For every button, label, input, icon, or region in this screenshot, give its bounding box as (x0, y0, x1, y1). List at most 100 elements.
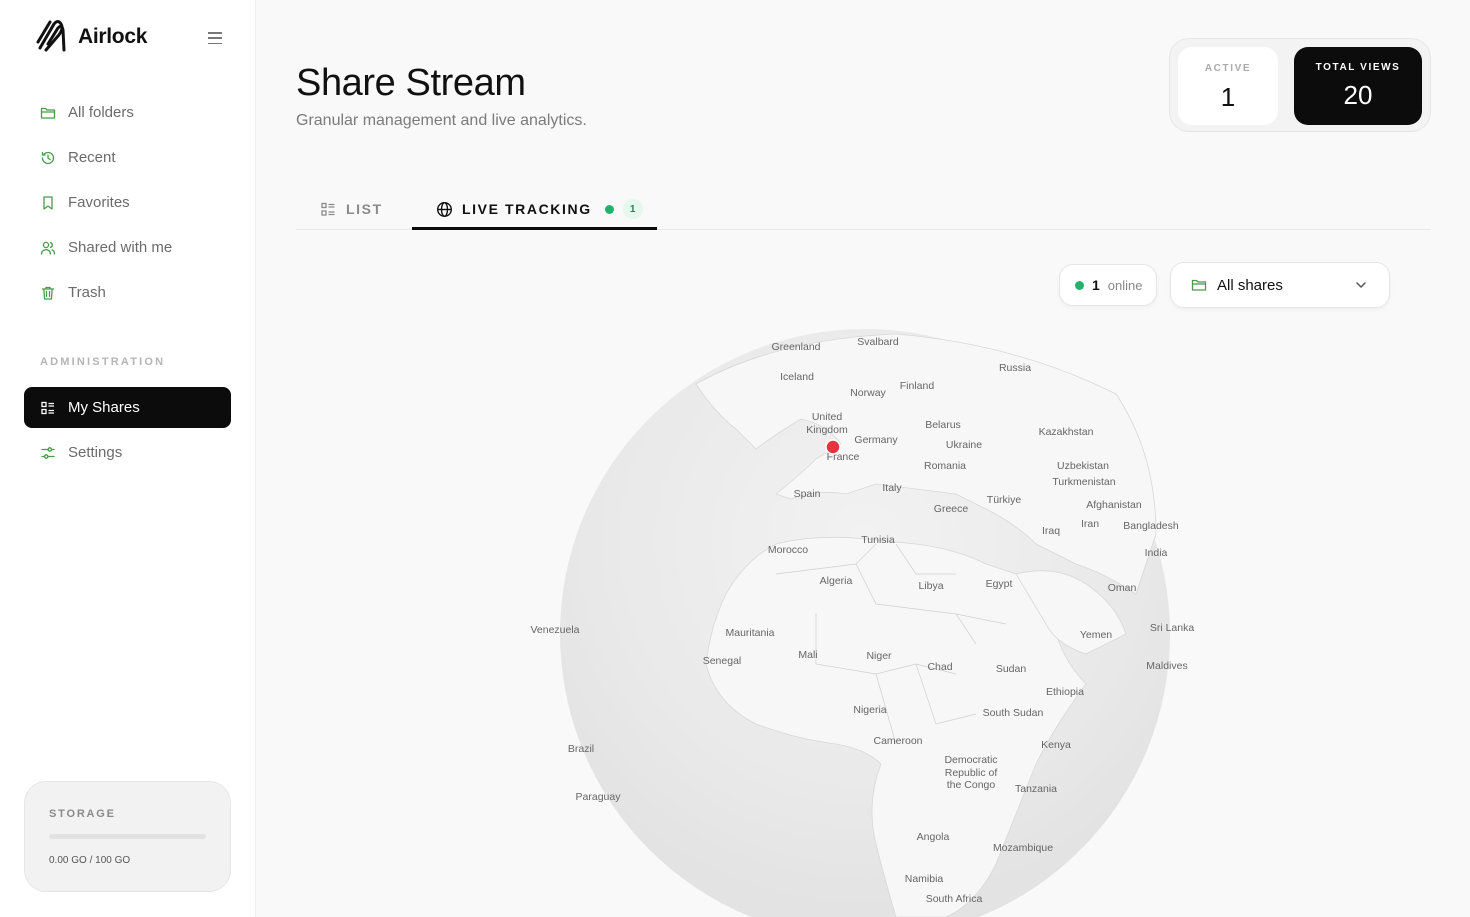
country-label: Republic of (945, 767, 998, 779)
view-tabs: LIST LIVE TRACKING 1 (296, 188, 1431, 230)
country-label: Tunisia (861, 534, 895, 546)
country-label: Morocco (768, 544, 808, 556)
country-label: Norway (850, 387, 886, 399)
country-label: Iceland (780, 371, 814, 383)
list-icon (41, 401, 54, 414)
tab-list[interactable]: LIST (320, 188, 383, 230)
stat-active-value: 1 (1220, 82, 1236, 112)
country-label: Turkmenistan (1052, 476, 1115, 488)
sidebar-item-label: Shared with me (68, 239, 173, 256)
country-label: Kingdom (806, 424, 848, 436)
country-label: Italy (882, 482, 902, 494)
country-label: Mali (798, 649, 817, 661)
live-globe-map[interactable]: Greenland Svalbard Russia Iceland Finland Nor… (256, 244, 1470, 917)
main-nav: All folders Recent Favorites Shared with… (24, 92, 231, 317)
country-label: Greece (934, 503, 969, 515)
globe-svg: Greenland Svalbard Russia Iceland Finland Nor… (530, 329, 1195, 917)
country-label: Spain (794, 488, 821, 500)
country-label: Maldives (1146, 660, 1187, 672)
country-label: Nigeria (853, 704, 886, 716)
country-label: Algeria (820, 575, 853, 587)
active-tab-indicator (412, 227, 657, 230)
folder-icon (40, 107, 56, 119)
brand[interactable]: Airlock (36, 20, 147, 54)
country-label: Cameroon (873, 735, 922, 747)
country-label: Mauritania (725, 627, 774, 639)
country-label: Svalbard (857, 336, 899, 348)
menu-toggle-icon[interactable] (206, 30, 224, 46)
sidebar-item-label: Favorites (68, 194, 130, 211)
live-status-dot (604, 204, 614, 214)
country-label: South Sudan (983, 707, 1044, 719)
section-label-administration: ADMINISTRATION (40, 356, 166, 368)
country-label: Finland (900, 380, 935, 392)
trash-icon (41, 286, 55, 300)
country-label: Uzbekistan (1057, 460, 1109, 472)
airlock-logo-icon (36, 20, 66, 52)
country-label: Afghanistan (1086, 499, 1142, 511)
storage-card: STORAGE 0.00 GO / 100 GO (24, 781, 231, 892)
country-label: Iraq (1042, 525, 1060, 537)
country-label: South Africa (926, 893, 983, 905)
country-label: Germany (854, 434, 898, 446)
country-label: Russia (999, 362, 1031, 374)
sidebar-item-label: Trash (68, 284, 106, 301)
sidebar-item-label: Settings (68, 444, 123, 461)
country-label: Kazakhstan (1039, 426, 1094, 438)
country-label: Brazil (568, 743, 594, 755)
stat-active-label: ACTIVE (1204, 63, 1252, 74)
country-label: Türkiye (987, 494, 1022, 506)
stat-total-label: TOTAL VIEWS (1315, 62, 1401, 73)
country-label: Yemen (1080, 629, 1112, 641)
sidebar-item-shared-with-me[interactable]: Shared with me (24, 227, 231, 268)
country-label: Venezuela (530, 624, 579, 636)
page-title: Share Stream (296, 62, 526, 104)
sliders-icon (41, 446, 55, 459)
sidebar-item-my-shares[interactable]: My Shares (24, 387, 231, 428)
country-label: Egypt (986, 578, 1013, 590)
country-label: Paraguay (576, 791, 622, 803)
tab-live-tracking-label: LIVE TRACKING (462, 201, 592, 217)
country-label: Senegal (703, 655, 742, 667)
country-label: Namibia (905, 873, 944, 885)
country-label: Angola (917, 831, 950, 843)
storage-progress-bar (49, 834, 206, 839)
tab-list-label: LIST (346, 201, 383, 217)
live-count-badge: 1 (622, 199, 643, 219)
country-label: Libya (918, 580, 943, 592)
country-label: Kenya (1041, 739, 1071, 751)
page-subtitle: Granular management and live analytics. (296, 112, 587, 129)
brand-name: Airlock (78, 25, 148, 48)
stat-total-value: 20 (1343, 80, 1373, 110)
country-label: Bangladesh (1123, 520, 1179, 532)
stat-total-views: TOTAL VIEWS 20 (1294, 47, 1422, 125)
history-icon (41, 151, 55, 164)
country-label: Romania (924, 460, 966, 472)
sidebar-item-recent[interactable]: Recent (24, 137, 231, 178)
country-label: India (1145, 547, 1168, 559)
sidebar-item-label: My Shares (68, 399, 140, 416)
country-label: Sudan (996, 663, 1027, 675)
storage-label: STORAGE (49, 808, 116, 820)
globe-icon (436, 201, 453, 217)
country-label: the Congo (947, 779, 996, 791)
country-label: Iran (1081, 518, 1099, 530)
sidebar-item-settings[interactable]: Settings (24, 432, 231, 473)
stats-card: ACTIVE 1 TOTAL VIEWS 20 (1169, 38, 1431, 132)
visitor-location-marker[interactable] (825, 439, 841, 455)
tab-live-tracking[interactable]: LIVE TRACKING 1 (436, 188, 643, 230)
admin-nav: My Shares Settings (24, 387, 231, 477)
country-label: Oman (1108, 582, 1137, 594)
bookmark-icon (43, 195, 53, 210)
sidebar-item-favorites[interactable]: Favorites (24, 182, 231, 223)
sidebar-item-trash[interactable]: Trash (24, 272, 231, 313)
country-label: Greenland (771, 341, 820, 353)
users-icon (40, 241, 56, 255)
country-label: Ethiopia (1046, 686, 1084, 698)
storage-usage-text: 0.00 GO / 100 GO (49, 855, 131, 866)
country-label: Mozambique (993, 842, 1053, 854)
sidebar-item-all-folders[interactable]: All folders (24, 92, 231, 133)
country-label: Democratic (944, 754, 997, 766)
country-label: Sri Lanka (1150, 622, 1195, 634)
sidebar-item-label: All folders (68, 104, 134, 121)
